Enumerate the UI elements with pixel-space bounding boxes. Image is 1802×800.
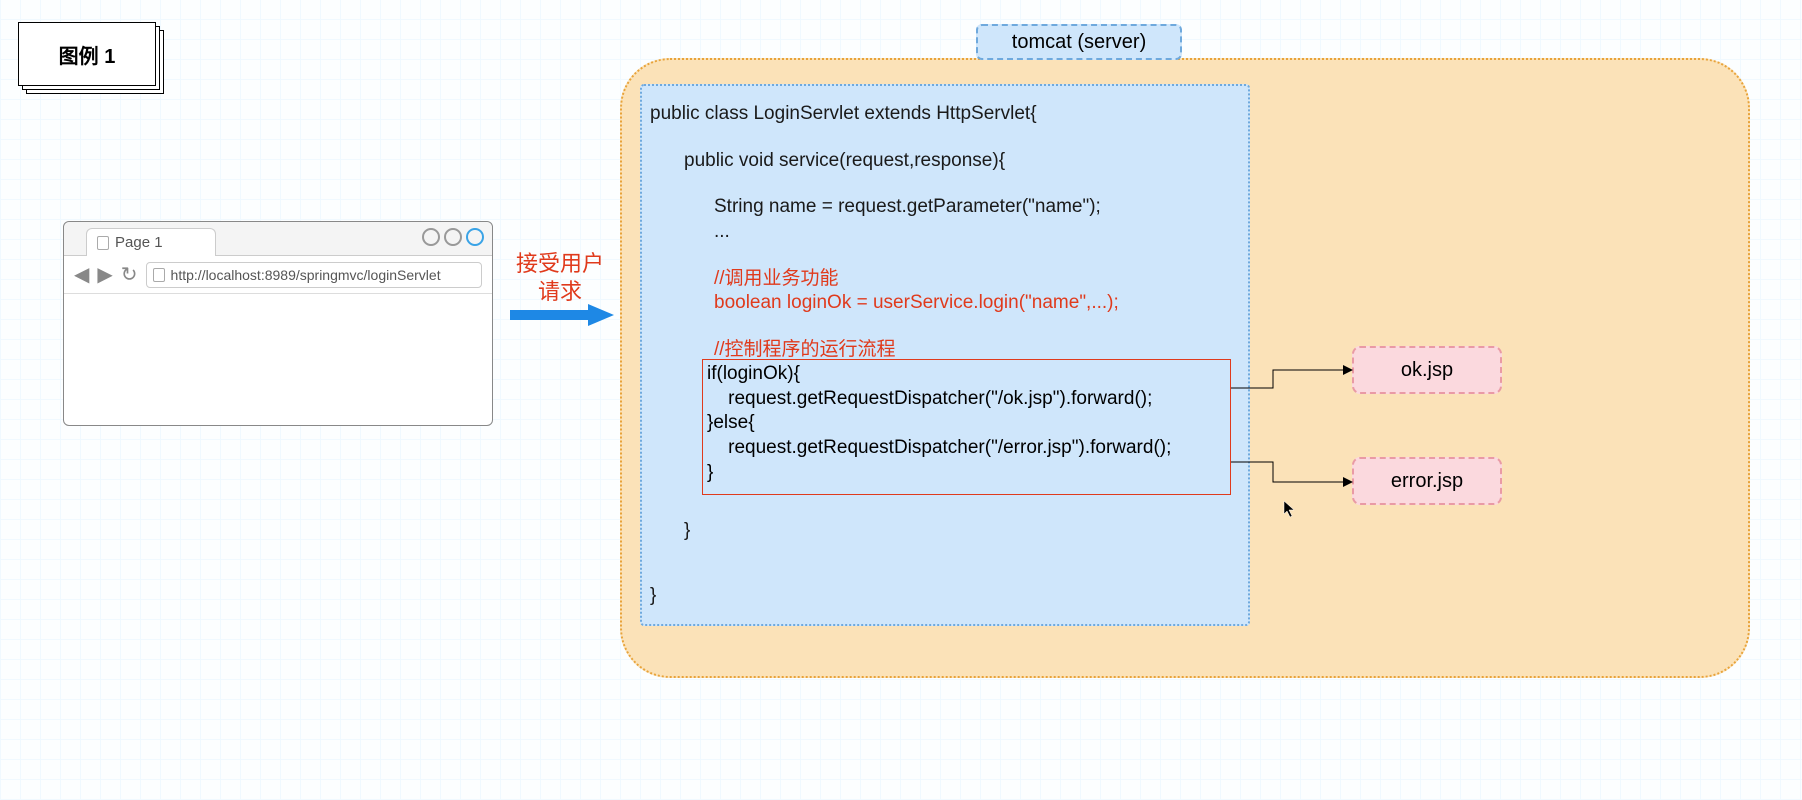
window-controls [422, 228, 484, 246]
flow-control-box: if(loginOk){ request.getRequestDispatche… [702, 359, 1231, 495]
legend-card: 图例 1 [18, 22, 164, 94]
code-line: } [650, 584, 1240, 609]
browser-tabbar: Page 1 [64, 222, 492, 256]
error-jsp-label: error.jsp [1391, 470, 1463, 493]
page-icon [153, 268, 165, 282]
request-arrow-icon [510, 300, 620, 330]
code-line: ... [650, 220, 1240, 245]
code-line: } [707, 461, 1226, 486]
connector-to-ok [1231, 360, 1361, 390]
reload-icon[interactable]: ↻ [121, 262, 138, 287]
legend-title: 图例 1 [59, 40, 116, 69]
servlet-code-box: public class LoginServlet extends HttpSe… [640, 84, 1250, 626]
code-line: request.getRequestDispatcher("/error.jsp… [707, 436, 1226, 461]
url-text: http://localhost:8989/springmvc/loginSer… [171, 267, 441, 283]
code-line: if(loginOk){ [707, 362, 1226, 387]
ok-jsp-node: ok.jsp [1352, 346, 1502, 394]
url-bar[interactable]: http://localhost:8989/springmvc/loginSer… [146, 262, 482, 288]
tomcat-label: tomcat (server) [976, 24, 1182, 60]
code-line: }else{ [707, 411, 1226, 436]
browser-window: Page 1 ◀ ▶ ↻ http://localhost:8989/sprin… [63, 221, 493, 426]
back-icon[interactable]: ◀ [74, 262, 89, 287]
arrow-label-line1: 接受用户 [510, 250, 610, 278]
forward-icon[interactable]: ▶ [97, 262, 112, 287]
window-control-dot[interactable] [422, 228, 440, 246]
browser-tab[interactable]: Page 1 [86, 228, 216, 256]
error-jsp-node: error.jsp [1352, 457, 1502, 505]
code-line: request.getRequestDispatcher("/ok.jsp").… [707, 387, 1226, 412]
request-arrow-label: 接受用户 请求 [510, 250, 610, 305]
code-line: public class LoginServlet extends HttpSe… [650, 102, 1240, 127]
window-control-dot[interactable] [444, 228, 462, 246]
mouse-cursor-icon [1283, 500, 1297, 518]
ok-jsp-label: ok.jsp [1401, 359, 1453, 382]
code-comment-business: //调用业务功能 [650, 267, 1240, 292]
tomcat-label-text: tomcat (server) [1012, 31, 1146, 54]
code-line: String name = request.getParameter("name… [650, 195, 1240, 220]
code-line: public void service(request,response){ [650, 149, 1240, 174]
browser-navrow: ◀ ▶ ↻ http://localhost:8989/springmvc/lo… [64, 256, 492, 294]
browser-tab-label: Page 1 [115, 234, 163, 251]
code-line: } [650, 519, 1240, 544]
window-control-dot[interactable] [466, 228, 484, 246]
code-line: boolean loginOk = userService.login("nam… [650, 291, 1240, 316]
connector-to-error [1231, 460, 1361, 490]
document-icon [97, 236, 109, 250]
legend-box: 图例 1 [18, 22, 156, 86]
